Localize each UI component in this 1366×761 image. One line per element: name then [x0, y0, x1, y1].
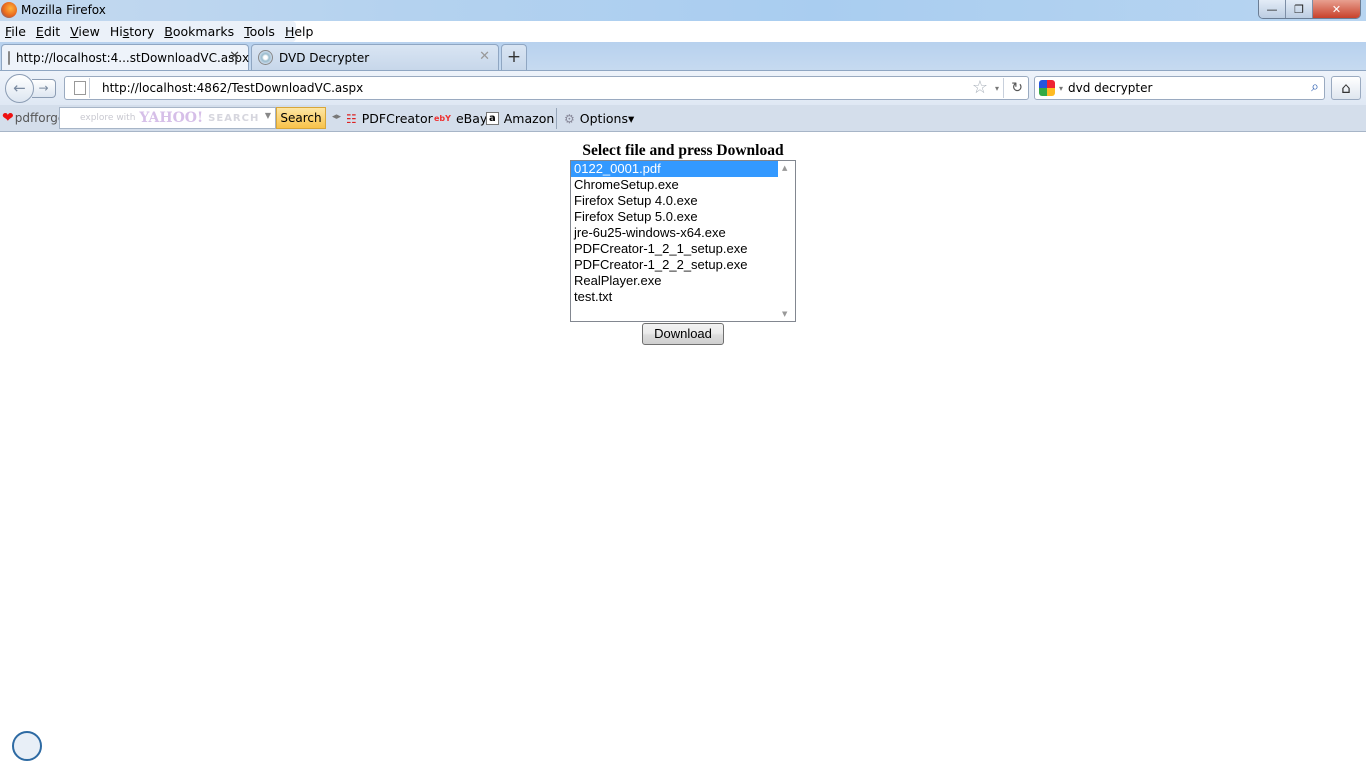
ebay-icon: ebY — [434, 114, 451, 123]
search-bar[interactable]: ▾ dvd decrypter ⌕ — [1034, 76, 1325, 100]
file-option[interactable]: jre-6u25-windows-x64.exe — [571, 225, 778, 241]
yahoo-search-input[interactable]: explore with YAHOO! SEARCH ▼ — [59, 107, 276, 129]
amazon-icon: a — [486, 112, 499, 125]
window-title: Mozilla Firefox — [21, 3, 106, 17]
tab-label: DVD Decrypter — [279, 50, 370, 65]
amazon-link[interactable]: a Amazon — [486, 111, 554, 126]
title-bar: Mozilla Firefox — [0, 0, 1366, 21]
url-text[interactable]: http://localhost:4862/TestDownloadVC.asp… — [102, 81, 363, 95]
pdfforge-toolbar: ❤ pdfforge explore with YAHOO! SEARCH ▼ … — [0, 105, 1366, 132]
history-dropdown-icon[interactable]: ▾ — [995, 78, 999, 100]
yahoo-logo: YAHOO! — [139, 110, 204, 126]
pdfforge-heart-icon: ❤ — [2, 110, 14, 126]
page-icon — [8, 50, 10, 65]
bookmark-star-icon[interactable]: ☆ — [972, 77, 988, 99]
file-option[interactable]: Firefox Setup 5.0.exe — [571, 209, 778, 225]
url-bar[interactable]: http://localhost:4862/TestDownloadVC.asp… — [64, 76, 1029, 100]
file-listbox[interactable]: 0122_0001.pdf ChromeSetup.exe Firefox Se… — [570, 160, 796, 322]
navigation-bar: → ← http://localhost:4862/TestDownloadVC… — [0, 70, 1366, 105]
close-button[interactable]: ✕ — [1313, 0, 1360, 18]
firefox-logo-icon — [1, 2, 17, 18]
ebay-link[interactable]: ebY eBay — [434, 111, 487, 126]
tab-testdownload[interactable]: http://localhost:4...stDownloadVC.aspx ✕ — [1, 44, 249, 70]
menu-tools[interactable]: Tools — [244, 24, 275, 39]
dvd-icon — [258, 50, 273, 65]
minimize-button[interactable]: — — [1259, 0, 1286, 18]
chevron-down-icon[interactable]: ▼ — [265, 111, 271, 120]
forward-button[interactable]: → — [32, 79, 56, 98]
page-content: Select file and press Download 0122_0001… — [0, 132, 1366, 738]
google-icon[interactable] — [1039, 80, 1055, 96]
engine-dropdown-icon[interactable]: ▾ — [1059, 84, 1063, 93]
gear-icon: ⚙ — [564, 111, 575, 126]
options-menu[interactable]: ⚙ Options▾ — [564, 111, 634, 126]
toolbar-grip-icon[interactable]: ◂▸ — [332, 112, 341, 122]
tab-dvd-decrypter[interactable]: DVD Decrypter ✕ — [251, 44, 499, 70]
back-forward-group: → ← — [5, 74, 57, 103]
pdfcreator-link[interactable]: ☷ PDFCreator — [346, 111, 433, 126]
file-option[interactable]: test.txt — [571, 289, 778, 305]
pdf-icon: ☷ — [346, 111, 357, 126]
tab-label: http://localhost:4...stDownloadVC.aspx — [16, 50, 250, 65]
menu-bar: File Edit View History Bookmarks Tools H… — [0, 21, 313, 42]
file-option[interactable]: ChromeSetup.exe — [571, 177, 778, 193]
tab-close-icon[interactable]: ✕ — [229, 49, 240, 64]
file-option[interactable]: PDFCreator-1_2_1_setup.exe — [571, 241, 778, 257]
page-heading: Select file and press Download — [582, 142, 784, 159]
new-tab-button[interactable]: + — [501, 44, 527, 70]
pdfforge-logo[interactable]: ❤ pdfforge — [2, 110, 65, 126]
file-option[interactable]: RealPlayer.exe — [571, 273, 778, 289]
menu-bookmarks[interactable]: Bookmarks — [164, 24, 234, 39]
menu-file[interactable]: File — [5, 24, 26, 39]
listbox-scrollbar[interactable]: ▲ ▼ — [778, 161, 795, 321]
window-controls: — ❐ ✕ — [1258, 0, 1361, 19]
file-option[interactable]: Firefox Setup 4.0.exe — [571, 193, 778, 209]
start-orb-icon[interactable] — [12, 731, 42, 761]
menu-history[interactable]: History — [110, 24, 154, 39]
maximize-button[interactable]: ❐ — [1286, 0, 1313, 18]
search-input[interactable]: dvd decrypter — [1068, 81, 1152, 95]
search-icon[interactable]: ⌕ — [1311, 79, 1319, 95]
scroll-up-icon[interactable]: ▲ — [782, 164, 787, 172]
scroll-down-icon[interactable]: ▼ — [782, 310, 787, 318]
page-icon — [74, 81, 86, 95]
reload-icon[interactable]: ↻ — [1011, 77, 1023, 99]
file-option[interactable]: 0122_0001.pdf — [571, 161, 778, 177]
file-option[interactable]: PDFCreator-1_2_2_setup.exe — [571, 257, 778, 273]
yahoo-search-button[interactable]: Search — [276, 107, 326, 129]
menu-edit[interactable]: Edit — [36, 24, 60, 39]
download-button[interactable]: Download — [642, 323, 724, 345]
toolbar-divider — [556, 108, 557, 129]
menu-view[interactable]: View — [70, 24, 100, 39]
home-button[interactable]: ⌂ — [1331, 76, 1361, 100]
tab-strip: http://localhost:4...stDownloadVC.aspx ✕… — [0, 42, 1366, 70]
tab-close-icon[interactable]: ✕ — [479, 49, 490, 64]
back-button[interactable]: ← — [5, 74, 34, 103]
menu-help[interactable]: Help — [285, 24, 314, 39]
